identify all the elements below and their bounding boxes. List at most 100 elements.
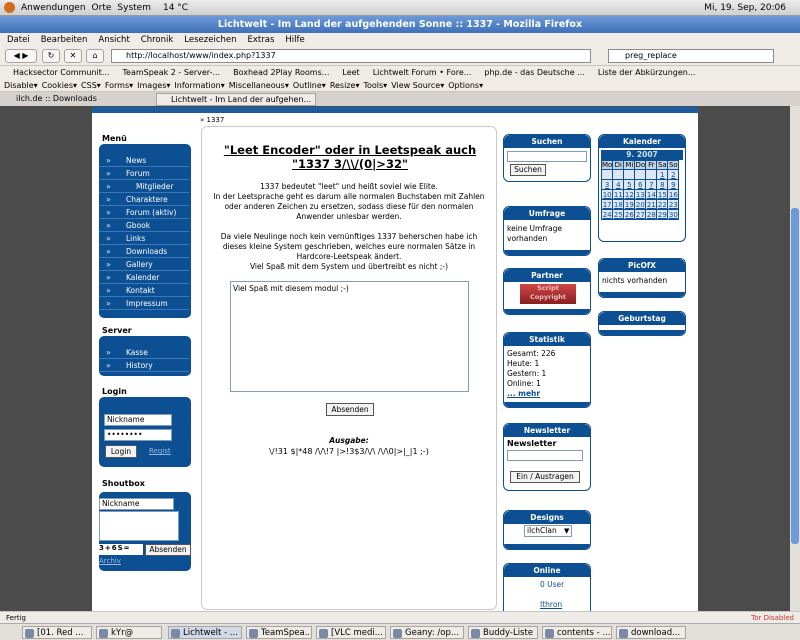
taskbar-item[interactable]: Lichtwelt - ... xyxy=(168,626,242,639)
calendar-day[interactable]: 11 xyxy=(612,189,625,200)
taskbar-item[interactable]: [01. Red ... xyxy=(22,626,92,639)
webdev-information[interactable]: Information▾ xyxy=(174,81,224,90)
archive-link[interactable]: Archiv xyxy=(99,557,121,565)
tab-lichtwelt[interactable]: Lichtwelt - Im Land der aufgehen... xyxy=(156,93,316,106)
nav-impressum[interactable]: Impressum xyxy=(99,297,189,310)
online-user-link[interactable]: Ithron xyxy=(540,600,562,609)
calendar-day[interactable]: 9 xyxy=(667,179,680,190)
bookmark-item[interactable]: Boxhead 2Play Rooms... xyxy=(233,68,329,77)
calendar-day[interactable]: 4 xyxy=(612,179,625,190)
menu-bearbeiten[interactable]: Bearbeiten xyxy=(41,35,88,45)
calendar-day[interactable]: 25 xyxy=(612,209,625,220)
calendar-day[interactable]: 26 xyxy=(623,209,636,220)
login-nickname-input[interactable]: Nickname xyxy=(104,414,172,426)
calendar-day[interactable]: 21 xyxy=(645,199,658,210)
webdev-outline[interactable]: Outline▾ xyxy=(293,81,326,90)
taskbar-item[interactable]: download... xyxy=(616,626,686,639)
reload-icon[interactable]: ↻ xyxy=(42,49,60,63)
nav-downloads[interactable]: Downloads xyxy=(99,245,189,258)
site-search-button[interactable]: Suchen xyxy=(510,164,546,176)
encoder-textarea[interactable]: Viel Spaß mit diesem modul ;-) xyxy=(230,281,469,392)
nav-gallery[interactable]: Gallery xyxy=(99,258,189,271)
webdev-disable[interactable]: Disable▾ xyxy=(4,81,38,90)
login-button[interactable]: Login xyxy=(105,445,137,458)
nav-kontakt[interactable]: Kontakt xyxy=(99,284,189,297)
bookmark-item[interactable]: Hacksector Communit... xyxy=(13,68,110,77)
calendar-day[interactable]: 8 xyxy=(656,179,669,190)
tab-downloads[interactable]: ilch.de :: Downloads xyxy=(2,93,155,106)
calendar-day[interactable]: 7 xyxy=(645,179,658,190)
nav-gbook[interactable]: Gbook xyxy=(99,219,189,232)
calendar-day[interactable]: 17 xyxy=(600,199,614,210)
scrollbar-thumb[interactable] xyxy=(791,208,799,544)
menu-ansicht[interactable]: Ansicht xyxy=(98,35,129,45)
shout-message-textarea[interactable] xyxy=(99,511,179,541)
home-icon[interactable]: ⌂ xyxy=(86,49,104,63)
system-menu[interactable]: System xyxy=(117,3,151,13)
menu-datei[interactable]: Datei xyxy=(7,35,30,45)
stop-icon[interactable]: ✕ xyxy=(64,49,82,63)
webdev-resize[interactable]: Resize▾ xyxy=(330,81,360,90)
encode-submit-button[interactable]: Absenden xyxy=(326,403,374,416)
calendar-day[interactable]: 14 xyxy=(645,189,658,200)
calendar-day[interactable]: 6 xyxy=(634,179,647,190)
nav-forum[interactable]: Forum xyxy=(99,167,189,180)
menu-extras[interactable]: Extras xyxy=(248,35,275,45)
register-link[interactable]: Regist xyxy=(149,447,171,455)
nav-kasse[interactable]: Kasse xyxy=(99,346,189,359)
calendar-day[interactable]: 15 xyxy=(656,189,669,200)
calendar-day[interactable]: 5 xyxy=(623,179,636,190)
webdev-options[interactable]: Options▾ xyxy=(448,81,483,90)
taskbar-item[interactable]: contents - ... xyxy=(542,626,612,639)
clock[interactable]: Mi, 19. Sep, 20:06 xyxy=(704,3,786,13)
bookmark-item[interactable]: Liste der Abkürzungen... xyxy=(598,68,696,77)
shout-nickname-input[interactable]: Nickname xyxy=(99,498,174,510)
taskbar-item[interactable]: Geany: /op... xyxy=(390,626,464,639)
calendar-day[interactable]: 20 xyxy=(634,199,647,210)
calendar-day[interactable]: 12 xyxy=(623,189,636,200)
site-search-input[interactable] xyxy=(507,151,587,162)
webdev-images[interactable]: Images▾ xyxy=(137,81,170,90)
login-password-input[interactable]: •••••••• xyxy=(104,429,172,441)
webdev-cookies[interactable]: Cookies▾ xyxy=(42,81,77,90)
menu-lesezeichen[interactable]: Lesezeichen xyxy=(184,35,236,45)
taskbar-item[interactable]: kYr@ xyxy=(96,626,162,639)
back-forward-button[interactable]: ◀ ▶ xyxy=(5,49,37,63)
menu-hilfe[interactable]: Hilfe xyxy=(285,35,304,45)
calendar-day[interactable]: 22 xyxy=(656,199,669,210)
calendar-day[interactable]: 28 xyxy=(645,209,658,220)
bookmark-item[interactable]: Leet xyxy=(342,68,359,77)
webdev-tools[interactable]: Tools▾ xyxy=(363,81,387,90)
nav-mitglieder[interactable]: Mitglieder xyxy=(99,180,189,193)
taskbar-item[interactable]: [VLC medi... xyxy=(316,626,386,639)
taskbar-item[interactable]: Buddy-Liste xyxy=(468,626,538,639)
taskbar-item[interactable]: TeamSpea... xyxy=(246,626,312,639)
nav-charaktere[interactable]: Charaktere xyxy=(99,193,189,206)
places-menu[interactable]: Orte xyxy=(92,3,112,13)
calendar-day[interactable]: 30 xyxy=(667,209,680,220)
calendar-day[interactable]: 24 xyxy=(600,209,614,220)
calendar-day[interactable]: 23 xyxy=(667,199,680,210)
url-input[interactable]: http://localhost/www/index.php?1337 xyxy=(111,49,591,63)
search-input[interactable]: preg_replace xyxy=(608,49,774,63)
applications-menu[interactable]: Anwendungen xyxy=(21,3,86,13)
weather-temp[interactable]: 14 °C xyxy=(163,3,188,13)
chevron-down-icon[interactable]: ▼ xyxy=(564,527,569,535)
calendar-day[interactable]: 10 xyxy=(600,189,614,200)
newsletter-email-input[interactable] xyxy=(507,450,583,461)
bookmark-item[interactable]: TeamSpeak 2 - Server-... xyxy=(123,68,221,77)
nav-kalender[interactable]: Kalender xyxy=(99,271,189,284)
bookmark-item[interactable]: Lichtwelt Forum • Fore... xyxy=(373,68,472,77)
calendar-day[interactable]: 16 xyxy=(667,189,680,200)
calendar-day[interactable]: 13 xyxy=(634,189,647,200)
webdev-misc[interactable]: Miscellaneous▾ xyxy=(229,81,289,90)
calendar-day[interactable]: 3 xyxy=(600,179,614,190)
calendar-day[interactable]: 1 xyxy=(656,169,669,180)
calendar-day[interactable]: 19 xyxy=(623,199,636,210)
webdev-forms[interactable]: Forms▾ xyxy=(105,81,133,90)
calendar-day[interactable]: 27 xyxy=(634,209,647,220)
newsletter-button[interactable]: Ein / Austragen xyxy=(510,471,580,483)
webdev-css[interactable]: CSS▾ xyxy=(81,81,101,90)
bookmark-item[interactable]: php.de - das Deutsche ... xyxy=(484,68,584,77)
calendar-day[interactable]: 29 xyxy=(656,209,669,220)
